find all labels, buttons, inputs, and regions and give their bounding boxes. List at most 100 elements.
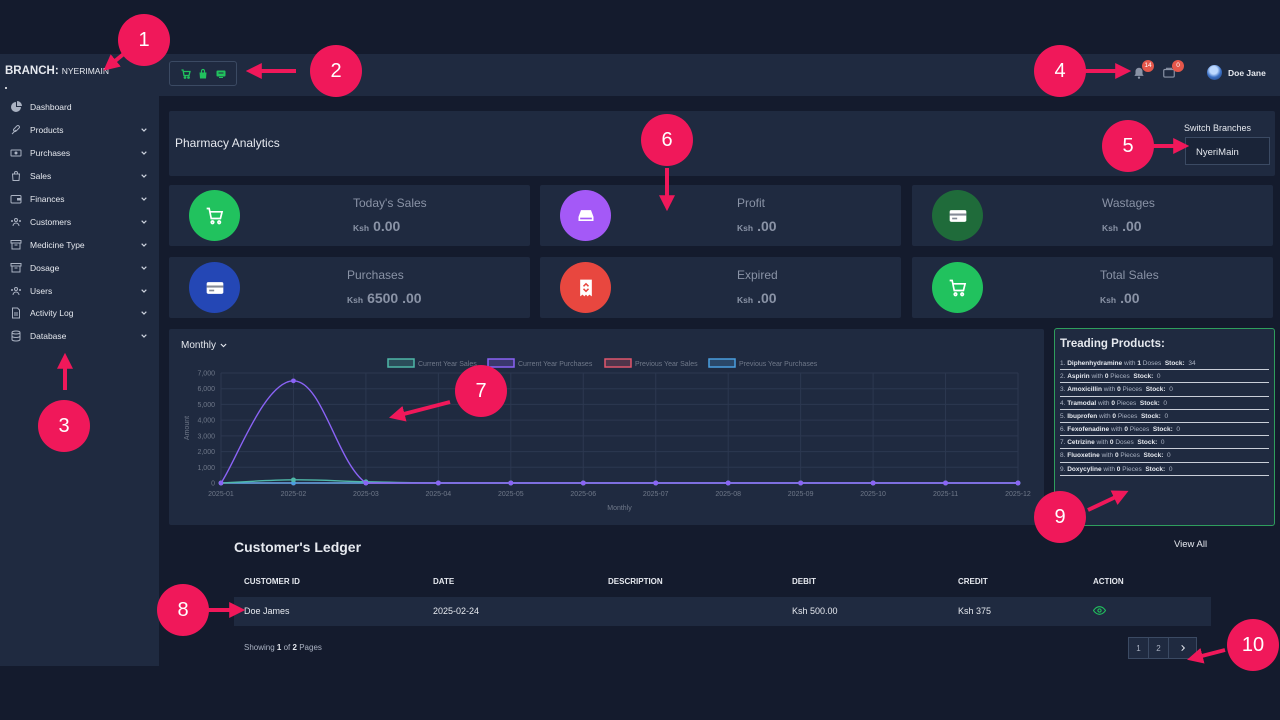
item-name: Amoxicillin (1067, 386, 1102, 394)
view-all-link[interactable]: View All (1174, 539, 1207, 550)
legend-swatch (387, 358, 415, 368)
cell-credit: Ksh 375 (958, 606, 992, 616)
item-stock-label: Stock: (1140, 412, 1161, 420)
sidebar-item-dashboard[interactable]: Dashboard (0, 96, 159, 119)
y-tick-label: 2,000 (197, 449, 215, 456)
eye-icon[interactable] (1092, 605, 1107, 618)
sidebar-item-customers[interactable]: Customers (0, 210, 159, 233)
chevron-down-icon (139, 331, 149, 341)
page-title: Pharmacy Analytics (175, 136, 280, 150)
item-unit: Pieces (1122, 386, 1143, 394)
sidebar-item-purchases[interactable]: Purchases (0, 142, 159, 165)
item-stock-label: Stock: (1133, 373, 1154, 381)
sidebar-item-activity-log[interactable]: Activity Log (0, 302, 159, 325)
sidebar-item-dosage[interactable]: Dosage (0, 256, 159, 279)
data-point (363, 480, 369, 486)
branch-select[interactable]: NyeriMain (1185, 137, 1270, 165)
stat-card-wastages: Wastages Ksh .00 (912, 185, 1273, 246)
item-stock: 0 (1160, 439, 1165, 447)
pill-icon (10, 124, 22, 136)
sidebar-item-label: Users (30, 285, 53, 296)
item-unit: Pieces (1129, 425, 1150, 433)
sidebar-item-medicine-type[interactable]: Medicine Type (0, 233, 159, 256)
dashboard-icon (10, 101, 22, 113)
data-point (291, 378, 296, 384)
sidebar-item-finances[interactable]: Finances (0, 188, 159, 211)
sidebar-item-database[interactable]: Database (0, 325, 159, 348)
stat-value: Ksh .00 (1100, 290, 1140, 308)
page-1-button[interactable]: 1 (1128, 637, 1149, 659)
x-tick-label: 2025-09 (788, 491, 814, 498)
user-menu[interactable]: Doe Jane (1207, 65, 1266, 80)
stat-currency: Ksh (347, 295, 364, 305)
sales-chart: 7,000 6,000 5,000 4,000 3,000 2,000 1,000 0 2025… (184, 358, 1031, 512)
chevron-down-icon (139, 194, 149, 204)
sidebar-item-label: Medicine Type (30, 239, 85, 250)
data-point (435, 480, 441, 486)
column-customer-id: CUSTOMER ID (244, 577, 300, 586)
receipt-icon[interactable] (215, 68, 227, 80)
cell-date: 2025-02-24 (433, 606, 480, 616)
ledger-title: Customer's Ledger (234, 539, 362, 555)
item-with: with (1103, 465, 1115, 473)
data-point (798, 480, 804, 486)
item-name: Aspirin (1067, 373, 1090, 381)
stat-circle (189, 262, 240, 313)
page-2-button[interactable]: 2 (1148, 637, 1169, 659)
cart-button[interactable]: 0 (1162, 60, 1184, 80)
sidebar-item-label: Activity Log (30, 308, 74, 319)
item-stock-label: Stock: (1143, 452, 1164, 460)
table-row: Doe James 2025-02-24 Ksh 500.00 Ksh 375 (234, 597, 1211, 626)
sidebar-item-label: Purchases (30, 148, 71, 159)
sidebar-item-products[interactable]: Products (0, 119, 159, 142)
chevron-down-icon (139, 308, 149, 318)
branch-dot (5, 87, 7, 89)
stat-circle (189, 190, 240, 241)
item-with: with (1110, 425, 1123, 433)
legend-label: Current Year Purchases (518, 361, 593, 368)
bag-icon[interactable] (197, 68, 209, 80)
sidebar-item-sales[interactable]: Sales (0, 165, 159, 188)
y-tick-label: 6,000 (197, 386, 215, 393)
archive-icon (10, 262, 22, 274)
x-tick-label: 2025-01 (208, 491, 234, 498)
y-tick-label: 5,000 (197, 402, 215, 409)
stat-card-profit: Profit Ksh .00 (540, 185, 901, 246)
item-stock: 0 (1163, 399, 1168, 407)
x-tick-label: 2025-06 (570, 491, 596, 498)
list-item: 9. Doxycyline with 0 Pieces Stock: 0 (1060, 463, 1269, 476)
stat-currency: Ksh (1100, 295, 1117, 305)
next-page-button[interactable] (1168, 637, 1197, 659)
y-tick-label: 1,000 (197, 465, 215, 472)
x-axis-label: Monthly (607, 505, 632, 512)
sidebar-nav: Dashboard Products Purchases Sales Finances C… (0, 96, 159, 348)
item-name: Fluoxetine (1067, 452, 1100, 460)
y-axis-label: Amount (184, 416, 191, 440)
item-with: with (1097, 399, 1110, 407)
cart-icon[interactable] (180, 68, 192, 80)
list-item: 4. Tramodal with 0 Pieces Stock: 0 (1060, 397, 1269, 410)
chevron-down-icon (220, 343, 227, 348)
notifications-bell[interactable]: 14 (1132, 60, 1154, 80)
sidebar-item-users[interactable]: Users (0, 279, 159, 302)
x-tick-label: 2025-07 (643, 491, 669, 498)
stat-label: Profit (737, 196, 766, 210)
list-item: 6. Fexofenadine with 0 Pieces Stock: 0 (1060, 423, 1269, 437)
item-qty: 1 (1137, 360, 1141, 367)
chevron-down-icon (139, 286, 149, 296)
item-index: 9. (1060, 465, 1066, 473)
ledger-header: CUSTOMER ID DATE DESCRIPTION DEBIT CREDI… (234, 570, 1211, 592)
showing-total: 2 (292, 643, 297, 652)
data-point (653, 480, 659, 486)
item-stock: 0 (1168, 465, 1173, 473)
data-point (508, 480, 514, 486)
trending-products: Treading Products: 1. Diphenhydramine wi… (1054, 328, 1275, 526)
wallet-icon (10, 193, 22, 205)
stat-circle (560, 190, 611, 241)
column-credit: CREDIT (958, 577, 988, 586)
column-date: DATE (433, 577, 455, 586)
item-unit: Pieces (1117, 412, 1138, 420)
list-item: 7. Cetrizine with 0 Doses Stock: 0 (1060, 436, 1269, 450)
period-dropdown[interactable]: Monthly (181, 340, 228, 351)
item-name: Fexofenadine (1067, 425, 1110, 433)
